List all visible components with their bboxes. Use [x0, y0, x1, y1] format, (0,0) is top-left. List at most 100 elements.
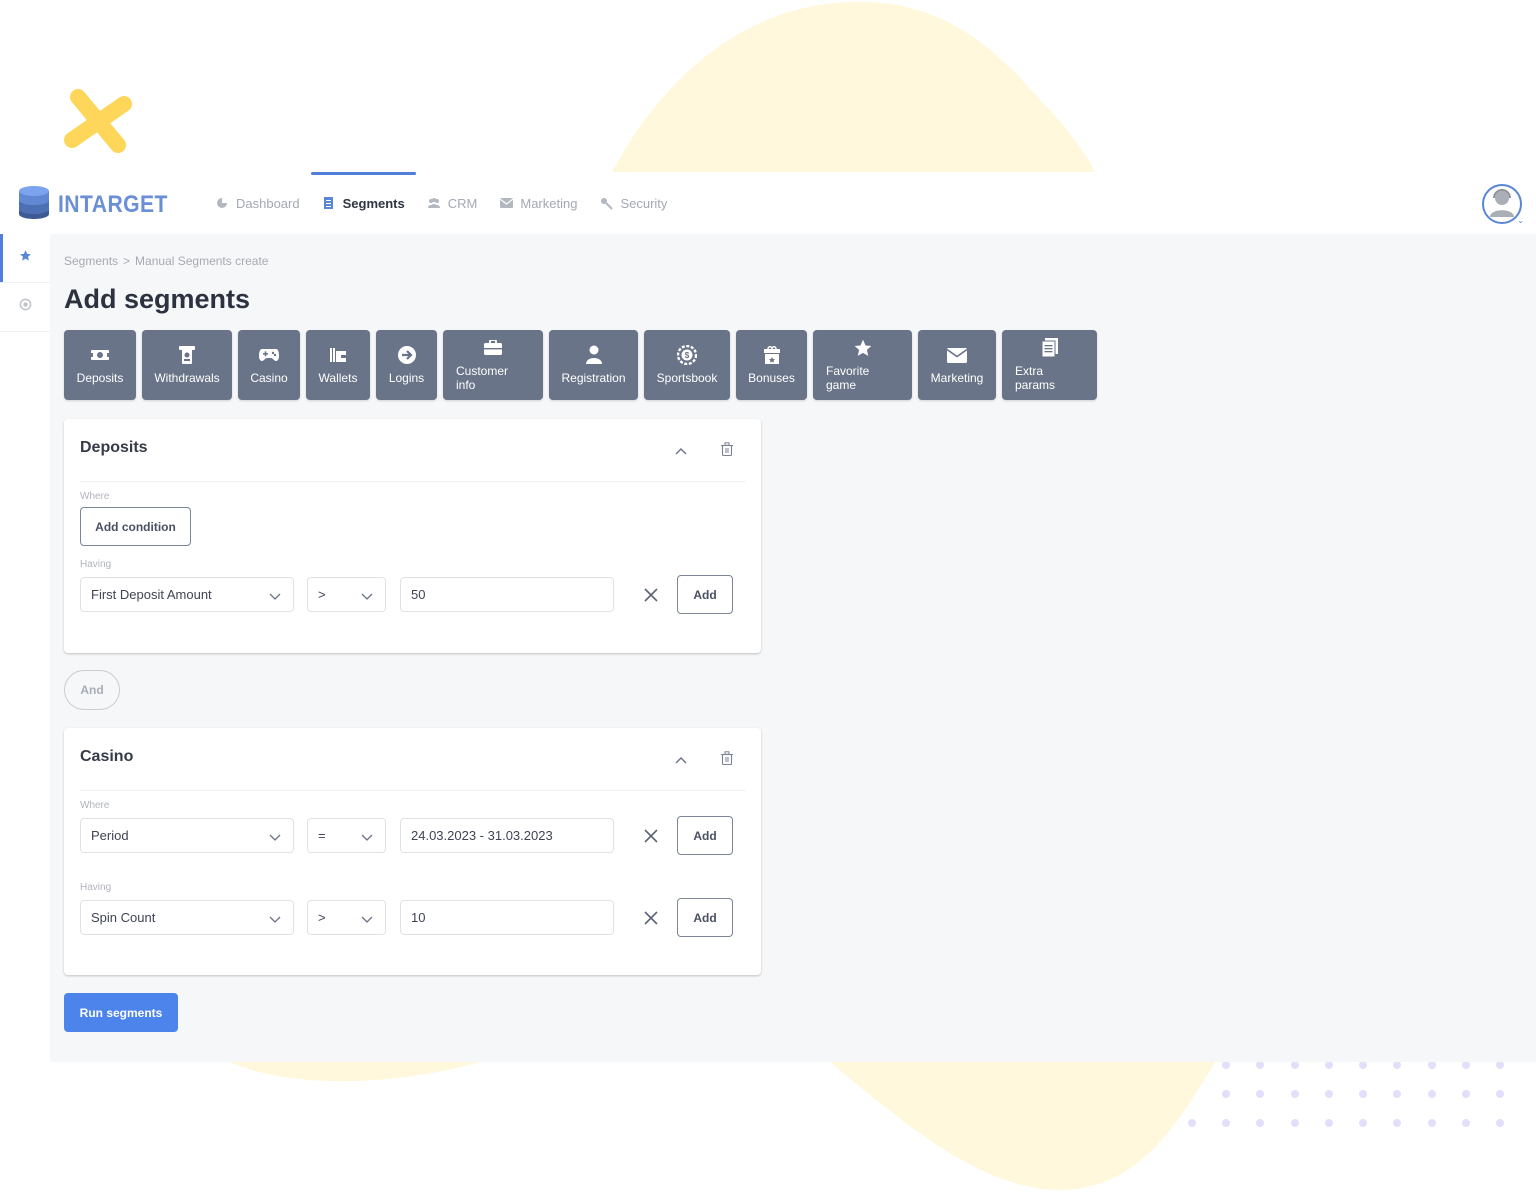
category-label: Customer info [456, 364, 509, 392]
chevron-up-icon[interactable] [673, 752, 689, 768]
category-button-withdrawals[interactable]: Withdrawals [142, 330, 232, 400]
nav-item-security[interactable]: Security [588, 172, 678, 234]
logo[interactable]: INTARGET [18, 185, 183, 224]
segment-card-deposits: Deposits Where Add condition Having Firs… [64, 419, 761, 653]
category-button-customer-info[interactable]: Customer info [443, 330, 543, 400]
having-field-select[interactable]: First Deposit Amount [80, 577, 294, 612]
category-label: Extra params [1015, 364, 1056, 392]
category-button-sportsbook[interactable]: $ Sportsbook [644, 330, 730, 400]
where-field-select[interactable]: Period [80, 818, 294, 853]
nav-label: Segments [342, 195, 405, 211]
brand-name: INTARGET [58, 190, 168, 218]
category-label: Wallets [318, 371, 358, 385]
category-label: Registration [561, 371, 626, 385]
login-arrow-icon [397, 345, 417, 365]
remove-condition-close-icon[interactable] [642, 909, 660, 927]
category-button-favorite-game[interactable]: Favorite game [813, 330, 912, 400]
chip-icon: $ [677, 345, 697, 365]
nav-label: CRM [447, 195, 478, 211]
value-input[interactable]: 50 [400, 577, 614, 612]
select-value: First Deposit Amount [91, 587, 212, 602]
select-value: Period [91, 828, 129, 843]
nav-label: Marketing [520, 195, 578, 211]
category-button-casino[interactable]: Casino [238, 330, 300, 400]
breadcrumb: Segments > Manual Segments create [64, 254, 268, 268]
breadcrumb-separator: > [123, 254, 131, 268]
category-button-marketing[interactable]: Marketing [918, 330, 996, 400]
add-button[interactable]: Add [677, 898, 733, 937]
date-range-input[interactable]: 24.03.2023 - 31.03.2023 [400, 818, 614, 853]
chevron-up-icon[interactable] [673, 443, 689, 459]
category-label: Marketing [930, 371, 984, 385]
svg-text:$: $ [685, 351, 690, 360]
segment-card-casino: Casino Where Period = 24.03.2023 - 31.03… [64, 728, 761, 975]
breadcrumb-item-segments[interactable]: Segments [64, 254, 118, 268]
breadcrumb-item-current: Manual Segments create [135, 254, 269, 268]
category-label: Casino [250, 371, 288, 385]
select-value: Spin Count [91, 910, 156, 925]
user-avatar[interactable] [1482, 184, 1522, 224]
nav-label: Security [620, 195, 668, 211]
chevron-down-icon [269, 912, 281, 927]
category-label: Deposits [76, 371, 124, 385]
card-title: Deposits [80, 439, 148, 456]
select-value: > [318, 910, 326, 925]
card-header: Casino [80, 728, 745, 791]
category-button-extra-params[interactable]: Extra params [1002, 330, 1097, 400]
category-button-bonuses[interactable]: Bonuses [736, 330, 807, 400]
avatar-chevron-down-icon[interactable]: ⌄ [1517, 216, 1524, 225]
chevron-down-icon [361, 830, 373, 845]
page-title: Add segments [64, 284, 251, 314]
having-label: Having [80, 882, 112, 893]
add-condition-button[interactable]: Add condition [80, 507, 191, 546]
sidebar-item-favorites[interactable] [0, 234, 50, 283]
having-field-select[interactable]: Spin Count [80, 900, 294, 935]
top-header: INTARGET Dashboard Segments CRM Marketin… [0, 172, 1536, 234]
star-icon [19, 249, 32, 267]
nav-item-segments[interactable]: Segments [310, 172, 416, 234]
add-button[interactable]: Add [677, 575, 733, 614]
add-button[interactable]: Add [677, 816, 733, 855]
nav-item-marketing[interactable]: Marketing [488, 172, 588, 234]
remove-condition-close-icon[interactable] [642, 586, 660, 604]
nav-item-dashboard[interactable]: Dashboard [204, 172, 311, 234]
card-title: Casino [80, 748, 134, 765]
chevron-down-icon [361, 589, 373, 604]
envelope-icon [499, 196, 513, 210]
gamepad-icon [259, 345, 279, 365]
operator-select[interactable]: > [307, 900, 386, 935]
main-content: Segments > Manual Segments create Add se… [50, 234, 1536, 1062]
category-button-registration[interactable]: Registration [549, 330, 638, 400]
documents-icon [1040, 338, 1060, 358]
category-button-logins[interactable]: Logins [376, 330, 437, 400]
having-label: Having [80, 559, 112, 570]
money-icon [90, 345, 110, 365]
envelope-icon [947, 345, 967, 365]
nav-label: Dashboard [236, 195, 300, 211]
operator-select[interactable]: = [307, 818, 386, 853]
gift-icon [762, 345, 782, 365]
chevron-down-icon [361, 912, 373, 927]
trash-icon[interactable] [719, 750, 735, 766]
page: INTARGET Dashboard Segments CRM Marketin… [0, 0, 1536, 1194]
operator-select[interactable]: > [307, 577, 386, 612]
left-sidebar [0, 234, 50, 1062]
document-icon [322, 196, 336, 210]
category-button-deposits[interactable]: Deposits [64, 330, 136, 400]
briefcase-icon [483, 338, 503, 358]
category-label: Bonuses [748, 371, 795, 385]
nav-item-crm[interactable]: CRM [416, 172, 489, 234]
run-segments-button[interactable]: Run segments [64, 993, 178, 1032]
support-agent-icon [1488, 187, 1516, 222]
category-button-wallets[interactable]: Wallets [306, 330, 370, 400]
and-connector-button[interactable]: And [64, 670, 120, 710]
category-label: Logins [388, 371, 425, 385]
sidebar-item-settings[interactable] [0, 283, 50, 332]
trash-icon[interactable] [719, 441, 735, 457]
atm-icon [177, 345, 197, 365]
chevron-down-icon [269, 589, 281, 604]
remove-condition-close-icon[interactable] [642, 827, 660, 845]
where-label: Where [80, 800, 110, 811]
select-value: > [318, 587, 326, 602]
value-input[interactable]: 10 [400, 900, 614, 935]
